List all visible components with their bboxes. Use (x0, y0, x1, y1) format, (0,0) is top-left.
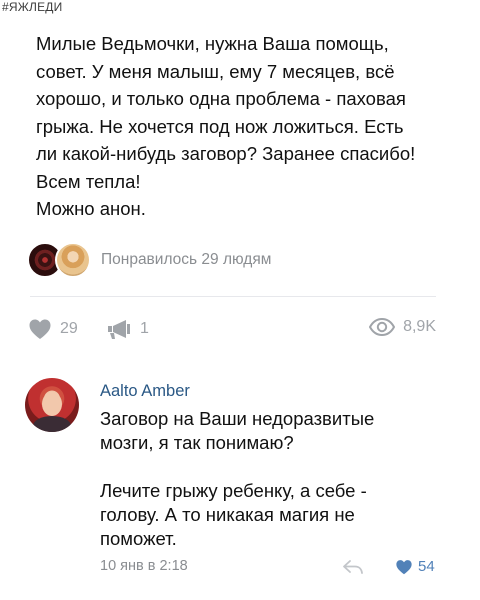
like-count: 29 (60, 320, 78, 337)
post-text-line: хорошо, и только одна проблема - паховая (36, 88, 406, 109)
hashtag-caption: #ЯЖЛЕДИ (2, 0, 63, 14)
post-text: Милые Ведьмочки, нужна Ваша помощь, сове… (36, 30, 456, 223)
comment-like-button[interactable]: 54 (395, 558, 435, 575)
comment-text-line: мозги, я так понимаю? (100, 432, 294, 453)
megaphone-icon (108, 320, 130, 339)
comment-like-count: 54 (418, 558, 435, 575)
share-count: 1 (140, 320, 149, 337)
comment-text-line: Заговор на Ваши недоразвитые (100, 408, 375, 429)
commenter-name[interactable]: Aalto Amber (100, 382, 190, 401)
avatar-face (42, 392, 62, 416)
reply-button[interactable] (343, 560, 363, 579)
share-button[interactable]: 1 (106, 318, 149, 340)
comment-text-line: голову. А то никакая магия не (100, 504, 355, 525)
likes-summary-label: Понравилось 29 людям (101, 251, 272, 268)
comment-text-line: поможет. (100, 528, 177, 549)
comment-text-line: Лечите грыжу ребенку, а себе - (100, 480, 367, 501)
post-text-line: совет. У меня малыш, ему 7 месяцев, всё (36, 60, 395, 82)
like-button[interactable]: 29 (28, 318, 78, 340)
views-counter: 8,9K (369, 318, 436, 336)
commenter-avatar[interactable] (25, 378, 79, 432)
post-actions: 29 1 8,9K (28, 318, 440, 344)
post-text-line: ли какой-нибудь заговор? Заранее спасибо… (36, 143, 416, 164)
likers-summary[interactable]: Понравилось 29 людям (27, 240, 271, 280)
reply-icon (343, 560, 363, 574)
divider (30, 296, 436, 297)
avatar-shirt (33, 416, 71, 432)
views-count: 8,9K (403, 318, 436, 335)
liker-avatar (55, 242, 91, 278)
post-text-line: грыжа. Не хочется под нож ложиться. Есть (36, 115, 404, 137)
post-text-line: Всем тепла! (36, 170, 141, 192)
post-text-line: Милые Ведьмочки, нужна Ваша помощь, (36, 33, 389, 54)
eye-icon (369, 318, 396, 336)
comment-date[interactable]: 10 янв в 2:18 (100, 558, 188, 574)
comment-text: Заговор на Ваши недоразвитые мозги, я та… (100, 407, 430, 551)
heart-icon (396, 559, 412, 574)
heart-icon (29, 319, 51, 339)
post-text-line: Можно анон. (36, 198, 146, 219)
